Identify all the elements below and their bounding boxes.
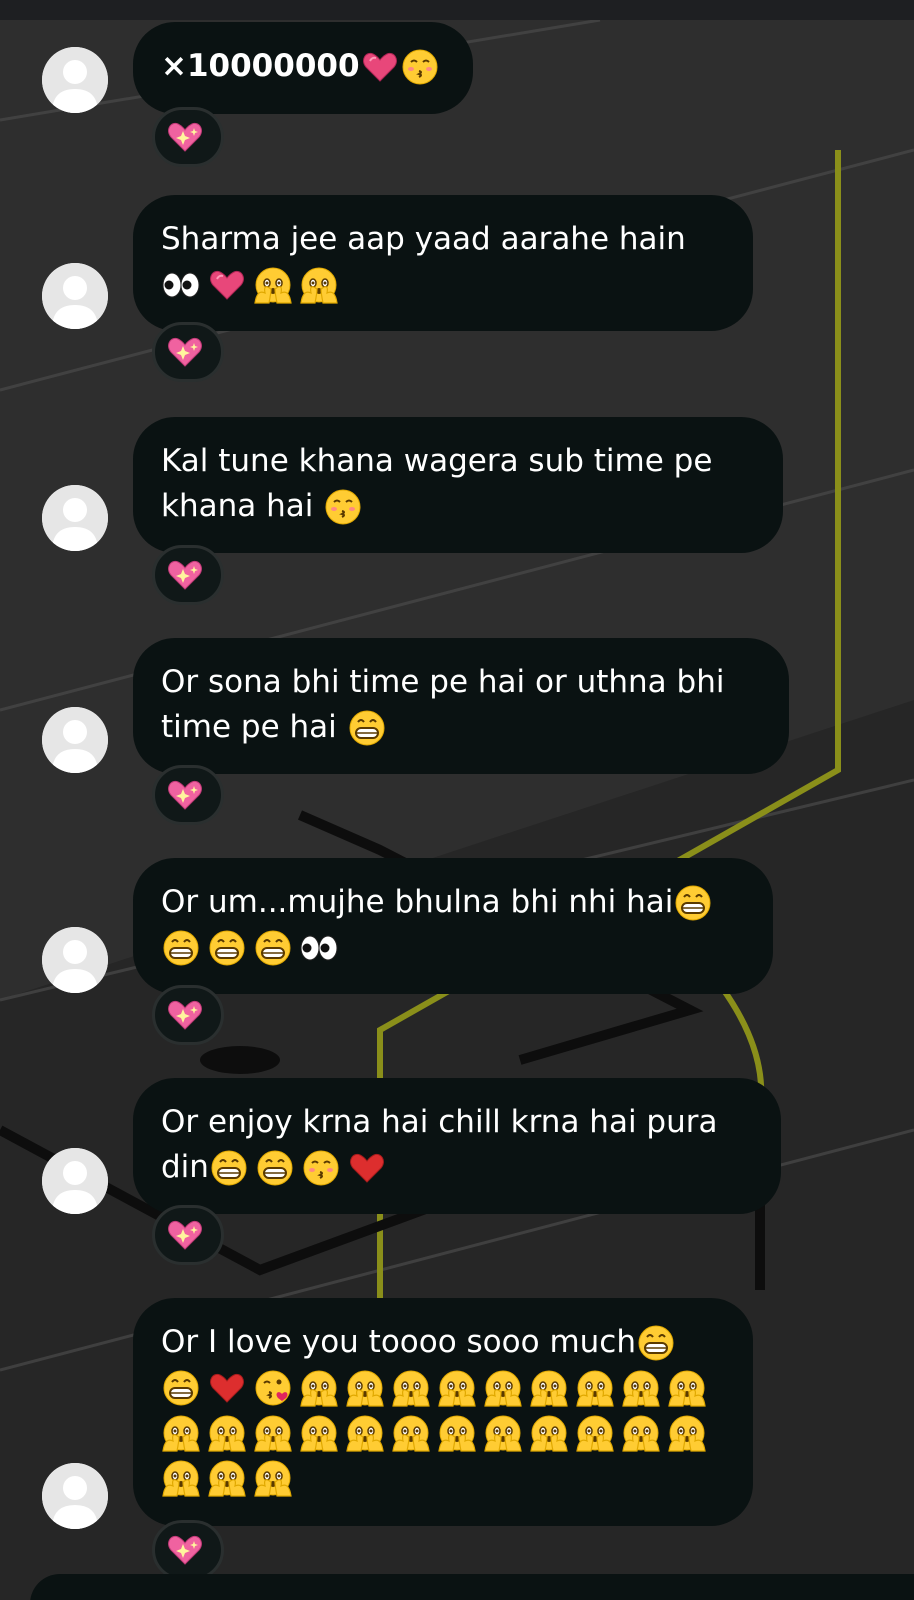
message-bubble[interactable]: ×10000000 <box>133 22 473 114</box>
face-peeking-icon <box>621 1413 667 1453</box>
sparkling-heart-icon <box>165 555 211 595</box>
face-peeking-icon <box>299 1368 345 1408</box>
face-peeking-icon <box>345 1413 391 1453</box>
grinning-face-icon <box>255 1148 301 1188</box>
face-peeking-icon <box>483 1413 529 1453</box>
message-bubble[interactable]: Sharma jee aap yaad aarahe hain <box>133 195 753 331</box>
face-peeking-icon <box>299 1413 345 1453</box>
face-peeking-icon <box>667 1413 713 1453</box>
message-text-line: khana hai <box>161 484 755 529</box>
grinning-face-icon <box>207 928 253 968</box>
message-text-line: time pe hai <box>161 705 761 750</box>
face-blowing-kiss-icon <box>253 1368 299 1408</box>
message-text: ×10000000 <box>161 44 445 89</box>
message-text-line: Or I love you toooo sooo much <box>161 1324 636 1360</box>
avatar[interactable] <box>42 1463 108 1529</box>
face-peeking-icon <box>161 1458 207 1498</box>
kissing-face-icon <box>301 1148 347 1188</box>
message-bubble[interactable]: Or sona bhi time pe hai or uthna bhi tim… <box>133 638 789 774</box>
reaction-badge[interactable] <box>152 985 224 1045</box>
face-peeking-icon <box>621 1368 667 1408</box>
emoji-line <box>161 262 725 307</box>
eyes-icon <box>299 928 345 968</box>
reaction-badge[interactable] <box>152 1520 224 1580</box>
face-peeking-icon <box>391 1413 437 1453</box>
face-peeking-icon <box>437 1413 483 1453</box>
message-text: Or I love you toooo sooo much <box>161 1320 725 1365</box>
kissing-face-icon <box>400 47 445 87</box>
face-peeking-icon <box>575 1413 621 1453</box>
message-bubble[interactable]: Kal tune khana wagera sub time pe khana … <box>133 417 783 553</box>
pink-heart-icon <box>207 265 253 305</box>
sparkling-heart-icon <box>165 775 211 815</box>
face-peeking-icon <box>529 1368 575 1408</box>
face-peeking-icon <box>253 1458 299 1498</box>
face-peeking-icon <box>345 1368 391 1408</box>
face-peeking-icon <box>161 1413 207 1453</box>
avatar[interactable] <box>42 1148 108 1214</box>
face-peeking-icon <box>437 1368 483 1408</box>
grinning-face-icon <box>209 1148 255 1188</box>
message-text-line2: khana hai <box>161 488 314 524</box>
message-bubble[interactable]: Or enjoy krna hai chill krna hai pura di… <box>133 1078 781 1214</box>
emoji-line <box>161 925 745 970</box>
face-peeking-icon <box>529 1413 575 1453</box>
sparkling-heart-icon <box>165 332 211 372</box>
face-peeking-icon <box>483 1368 529 1408</box>
sparkling-heart-icon <box>165 1530 211 1570</box>
reaction-badge[interactable] <box>152 765 224 825</box>
sparkling-heart-icon <box>165 117 211 157</box>
message-text-line: Or um...mujhe bhulna bhi nhi hai <box>161 884 674 920</box>
message-bubble[interactable]: Or I love you toooo sooo much <box>133 1298 753 1526</box>
avatar[interactable] <box>42 485 108 551</box>
eyes-icon <box>161 265 207 305</box>
grinning-face-icon <box>636 1323 682 1363</box>
face-peeking-icon <box>299 265 345 305</box>
message-text: Or enjoy krna hai chill krna hai pura <box>161 1104 718 1140</box>
avatar[interactable] <box>42 927 108 993</box>
grinning-face-icon <box>161 1368 207 1408</box>
message-text: Or sona bhi time pe hai or uthna bhi <box>161 664 725 700</box>
reaction-badge[interactable] <box>152 107 224 167</box>
grinning-face-icon <box>347 708 393 748</box>
message-text: Kal tune khana wagera sub time pe <box>161 443 713 479</box>
face-peeking-icon <box>207 1413 253 1453</box>
face-peeking-icon <box>667 1368 713 1408</box>
emoji-line <box>161 1455 725 1500</box>
face-peeking-icon <box>575 1368 621 1408</box>
grinning-face-icon <box>253 928 299 968</box>
avatar[interactable] <box>42 707 108 773</box>
message-text: Or um...mujhe bhulna bhi nhi hai <box>161 880 745 925</box>
red-heart-icon <box>347 1148 393 1188</box>
message-text: Sharma jee aap yaad aarahe hain <box>161 221 686 257</box>
message-text-line2: time pe hai <box>161 709 337 745</box>
face-peeking-icon <box>391 1368 437 1408</box>
face-peeking-icon <box>207 1458 253 1498</box>
sparkling-heart-icon <box>165 995 211 1035</box>
message-list[interactable]: ×10000000 Sharma jee aap yaad aarahe hai… <box>0 0 914 1600</box>
red-heart-icon <box>207 1368 253 1408</box>
kissing-face-icon <box>323 487 369 527</box>
message-text-line: din <box>161 1145 753 1190</box>
reaction-badge[interactable] <box>152 1205 224 1265</box>
emoji-line <box>161 1365 725 1410</box>
pink-heart-icon <box>360 47 400 87</box>
grinning-face-icon <box>161 928 207 968</box>
sparkling-heart-icon <box>165 1215 211 1255</box>
next-message-bubble[interactable] <box>30 1574 914 1600</box>
face-peeking-icon <box>253 1413 299 1453</box>
reaction-badge[interactable] <box>152 545 224 605</box>
avatar[interactable] <box>42 263 108 329</box>
message-bubble[interactable]: Or um...mujhe bhulna bhi nhi hai <box>133 858 773 994</box>
message-text-line2: din <box>161 1149 209 1185</box>
face-peeking-icon <box>253 265 299 305</box>
grinning-face-icon <box>673 883 719 923</box>
emoji-line <box>161 1410 725 1455</box>
message-text-line: ×10000000 <box>161 48 360 84</box>
avatar[interactable] <box>42 47 108 113</box>
reaction-badge[interactable] <box>152 322 224 382</box>
